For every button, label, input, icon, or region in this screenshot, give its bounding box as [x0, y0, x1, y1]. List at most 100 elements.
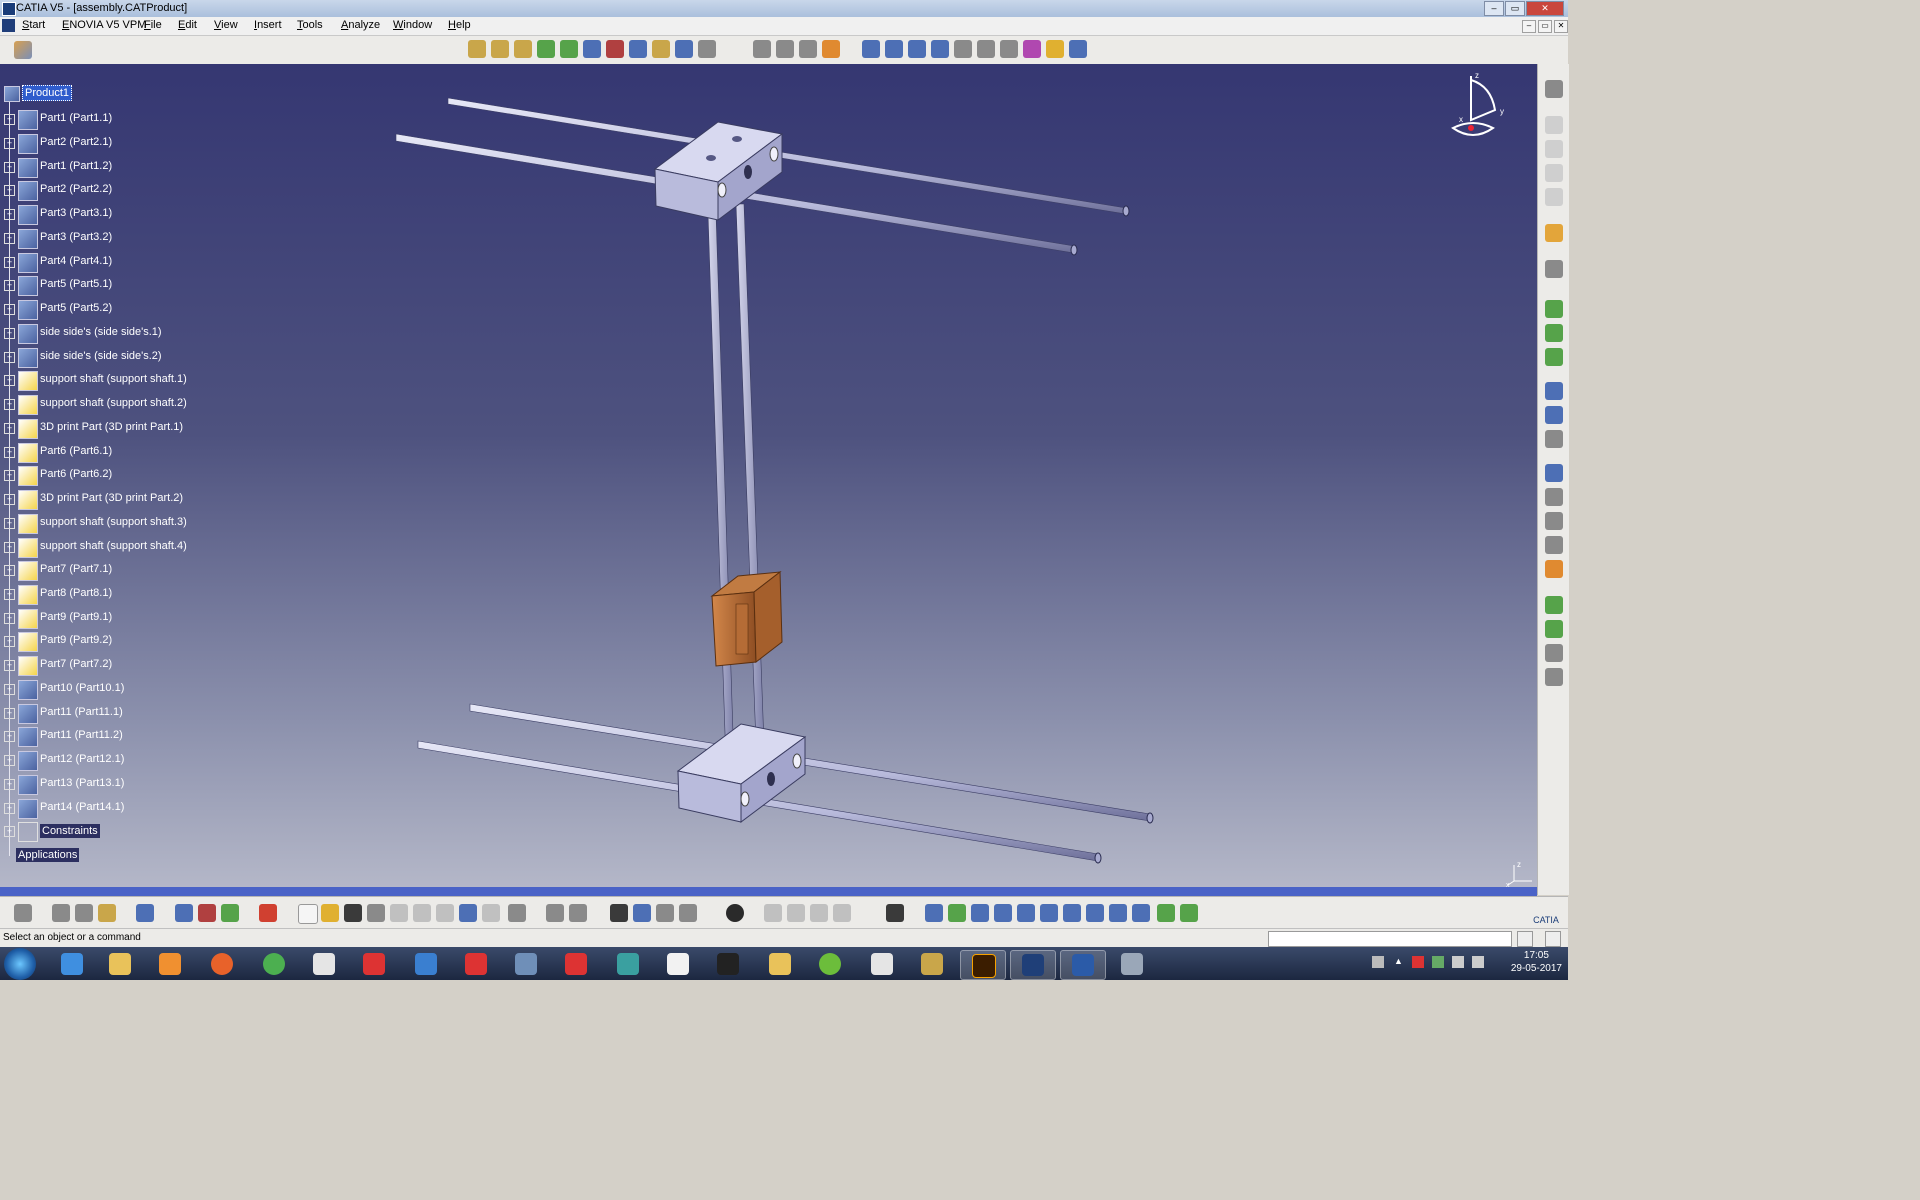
- menu-view[interactable]: View: [214, 19, 238, 31]
- taskbar-explorer[interactable]: [98, 950, 142, 978]
- normal-view-icon[interactable]: [1063, 904, 1081, 922]
- tree-node-label[interactable]: 3D print Part (3D print Part.1): [40, 421, 183, 433]
- whats-this-icon[interactable]: [508, 904, 526, 922]
- tool-icon[interactable]: [810, 904, 828, 922]
- fix-together-icon[interactable]: [977, 40, 995, 58]
- explode-icon[interactable]: [799, 40, 817, 58]
- expand-icon[interactable]: +: [4, 280, 15, 291]
- offset-constraint-icon[interactable]: [908, 40, 926, 58]
- tree-node-label[interactable]: Part11 (Part11.2): [40, 729, 123, 741]
- expand-icon[interactable]: +: [4, 257, 15, 268]
- tree-node-label[interactable]: Part1 (Part1.2): [40, 160, 112, 172]
- multi-instantiation-icon[interactable]: [675, 40, 693, 58]
- measure-item-icon[interactable]: [75, 904, 93, 922]
- refresh-icon[interactable]: [726, 904, 744, 922]
- flag-icon[interactable]: [1412, 956, 1424, 968]
- measure-item-icon[interactable]: [1545, 488, 1563, 506]
- expand-icon[interactable]: +: [4, 304, 15, 315]
- quick-constraint-icon[interactable]: [1000, 40, 1018, 58]
- menu-insert[interactable]: Insert: [254, 19, 282, 31]
- graph-tree-reordering-icon[interactable]: [583, 40, 601, 58]
- open-icon[interactable]: [321, 904, 339, 922]
- tree-node-label[interactable]: Part2 (Part2.2): [40, 183, 112, 195]
- contact-constraint-icon[interactable]: [885, 40, 903, 58]
- update-icon[interactable]: [1046, 40, 1064, 58]
- constraints-label[interactable]: Constraints: [40, 824, 100, 838]
- select-icon[interactable]: [1545, 224, 1563, 242]
- tree-node-label[interactable]: Part3 (Part3.1): [40, 207, 112, 219]
- rotate-icon[interactable]: [994, 904, 1012, 922]
- sectioning-icon[interactable]: [1545, 536, 1563, 554]
- keyboard-icon[interactable]: [1372, 956, 1384, 968]
- doc-minimize-button[interactable]: –: [1522, 20, 1536, 33]
- applications-label[interactable]: Applications: [16, 848, 80, 862]
- tree-root-label[interactable]: Product1: [22, 85, 73, 101]
- tree-node-label[interactable]: support shaft (support shaft.2): [40, 397, 187, 409]
- insert-component-icon[interactable]: [1545, 300, 1563, 318]
- taskbar-app[interactable]: [352, 950, 396, 978]
- minimize-button[interactable]: –: [1484, 1, 1504, 16]
- flexible-subassembly-icon[interactable]: [1023, 40, 1041, 58]
- product-structure-icon[interactable]: [14, 904, 32, 922]
- expand-icon[interactable]: +: [4, 613, 15, 624]
- expand-icon[interactable]: +: [4, 399, 15, 410]
- clash-icon[interactable]: [1545, 512, 1563, 530]
- analysis-icon[interactable]: [679, 904, 697, 922]
- cut-icon[interactable]: [390, 904, 408, 922]
- grid-icon[interactable]: [259, 904, 277, 922]
- knowledge-icon[interactable]: [569, 904, 587, 922]
- menu-edit[interactable]: Edit: [178, 19, 197, 31]
- expand-icon[interactable]: +: [4, 755, 15, 766]
- bill-of-material-icon[interactable]: [1545, 260, 1563, 278]
- snap-icon[interactable]: [776, 40, 794, 58]
- tree-node-label[interactable]: Part9 (Part9.1): [40, 611, 112, 623]
- copy-icon[interactable]: [413, 904, 431, 922]
- stop-manipulate-on-clash-icon[interactable]: [822, 40, 840, 58]
- existing-component-icon[interactable]: [537, 40, 555, 58]
- tree-node-label[interactable]: support shaft (support shaft.1): [40, 373, 187, 385]
- manipulation-icon[interactable]: [753, 40, 771, 58]
- top-rod-back[interactable]: [447, 97, 1130, 217]
- expand-icon[interactable]: +: [4, 589, 15, 600]
- menu-enovia[interactable]: ENOVIA V5 VPM: [62, 19, 146, 31]
- redo-icon[interactable]: [482, 904, 500, 922]
- apply-material-icon[interactable]: [136, 904, 154, 922]
- expand-icon[interactable]: +: [4, 494, 15, 505]
- capture-icon[interactable]: [886, 904, 904, 922]
- measure-icon[interactable]: [1545, 464, 1563, 482]
- design-table-icon[interactable]: [610, 904, 628, 922]
- viewport-scrollbar[interactable]: [0, 887, 1537, 896]
- catia-app-icon[interactable]: [2, 2, 16, 16]
- enhanced-scene-icon[interactable]: [198, 904, 216, 922]
- tree-node-label[interactable]: Part9 (Part9.2): [40, 634, 112, 646]
- tree-node-label[interactable]: 3D print Part (3D print Part.2): [40, 492, 183, 504]
- distance-analysis-icon[interactable]: [1545, 560, 1563, 578]
- new-component-icon[interactable]: [468, 40, 486, 58]
- taskbar-app[interactable]: [758, 950, 802, 978]
- sheet-icon[interactable]: [1545, 188, 1563, 206]
- show-hidden-icons-icon[interactable]: ▲: [1394, 956, 1406, 968]
- sheet-icon[interactable]: [1545, 116, 1563, 134]
- swap-visible-space-icon[interactable]: [1180, 904, 1198, 922]
- sheet-icon[interactable]: [1545, 164, 1563, 182]
- expand-icon[interactable]: +: [4, 803, 15, 814]
- fix-component-icon[interactable]: [954, 40, 972, 58]
- taskbar-ie[interactable]: [50, 950, 94, 978]
- compass-icon[interactable]: z y x: [1447, 70, 1511, 142]
- lock-icon[interactable]: [656, 904, 674, 922]
- expand-icon[interactable]: +: [4, 660, 15, 671]
- menu-window[interactable]: Window: [393, 19, 432, 31]
- undo-icon[interactable]: [459, 904, 477, 922]
- law-icon[interactable]: [633, 904, 651, 922]
- tree-node-label[interactable]: Part5 (Part5.2): [40, 302, 112, 314]
- taskbar-app[interactable]: [606, 950, 650, 978]
- formula-icon[interactable]: [546, 904, 564, 922]
- expand-icon[interactable]: +: [4, 636, 15, 647]
- insert-part-icon[interactable]: [1545, 348, 1563, 366]
- mechanical-icon[interactable]: [1545, 620, 1563, 638]
- tree-node-label[interactable]: Part7 (Part7.1): [40, 563, 112, 575]
- start-button[interactable]: [4, 948, 36, 980]
- expand-icon[interactable]: +: [4, 185, 15, 196]
- coincidence-constraint-icon[interactable]: [862, 40, 880, 58]
- expand-icon[interactable]: +: [4, 731, 15, 742]
